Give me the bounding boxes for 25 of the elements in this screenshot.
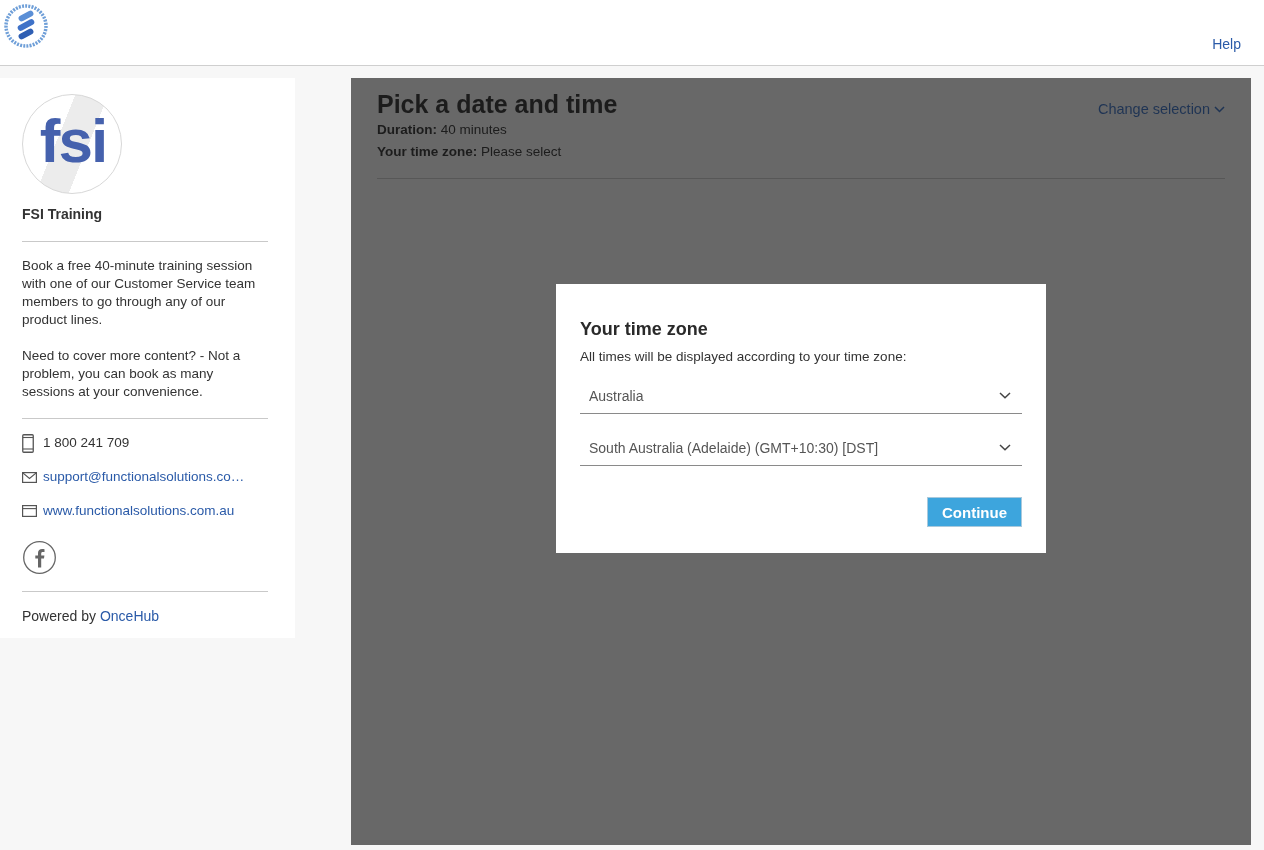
phone-number: 1 800 241 709 xyxy=(43,434,130,452)
description-text: Book a free 40-minute training session with one of our Customer Service team members to go through any of our product lines. xyxy=(22,257,257,329)
region-select[interactable]: Australia xyxy=(580,378,1022,414)
time-zone-select[interactable]: South Australia (Adelaide) (GMT+10:30) [DST] xyxy=(580,430,1022,466)
dialog-title: Your time zone xyxy=(580,318,709,341)
oncehub-link[interactable]: OnceHub xyxy=(99,607,160,625)
phone-icon xyxy=(22,433,34,453)
powered-by-text: Powered by xyxy=(22,607,96,625)
detail-text: Duration: 40 minutes xyxy=(377,121,508,139)
chevron-down-icon xyxy=(999,444,1011,451)
website-link[interactable]: www.functionalsolutions.com.au xyxy=(43,502,235,520)
email-link[interactable]: support@functionalsolutions.co… xyxy=(43,468,245,486)
envelope-icon xyxy=(22,471,37,483)
help-link[interactable]: Help xyxy=(1212,35,1241,53)
browser-window-icon xyxy=(22,505,37,517)
logo-text: fsi xyxy=(39,110,107,172)
chevron-down-icon xyxy=(999,392,1011,399)
page-title: Pick a date and time xyxy=(377,89,618,119)
dialog-subtitle: All times will be displayed according to your time zone: xyxy=(580,348,908,366)
chevron-down-icon xyxy=(1214,105,1225,113)
facebook-icon[interactable] xyxy=(23,541,56,574)
description-text: Need to cover more content? - Not a problem, you can book as many sessions at your convenience. xyxy=(22,347,242,401)
organization-name: FSI Training xyxy=(22,205,104,223)
logo-icon xyxy=(3,3,49,49)
detail-text: Your time zone: Please select xyxy=(377,143,563,161)
